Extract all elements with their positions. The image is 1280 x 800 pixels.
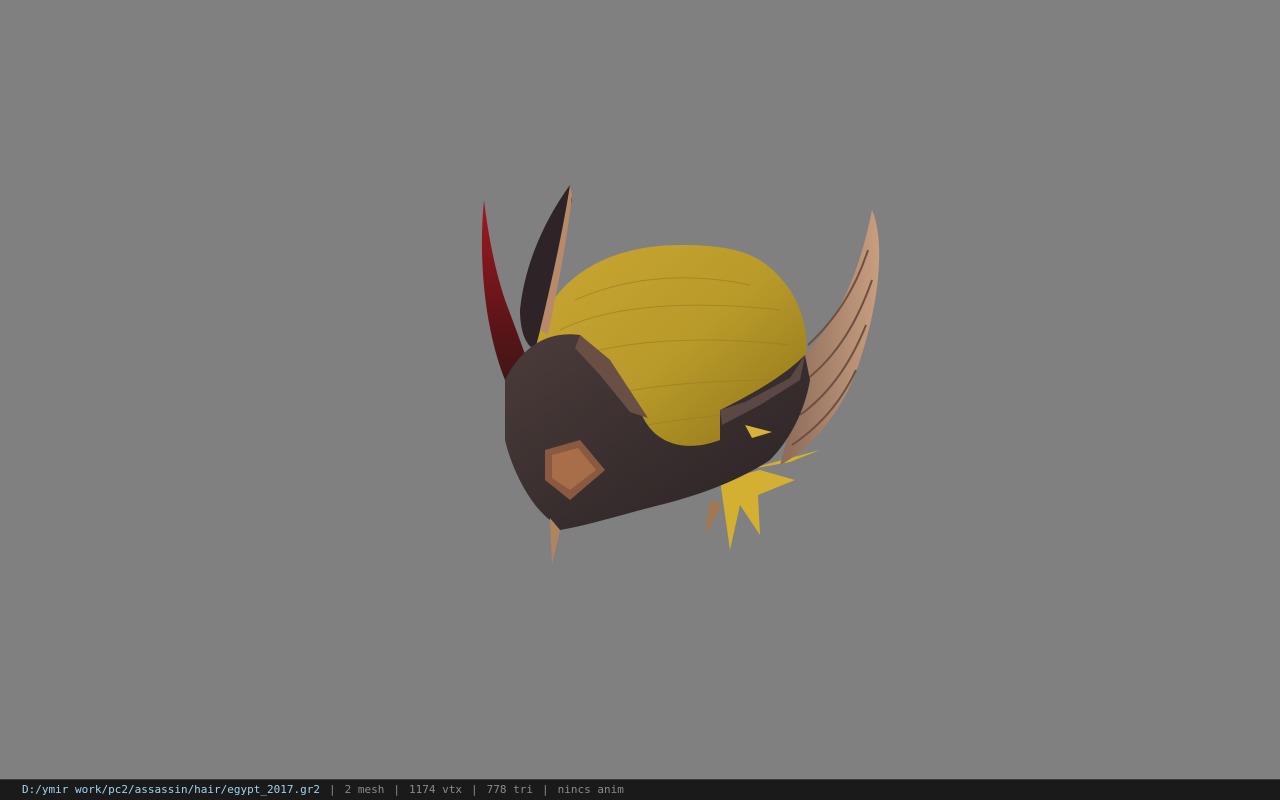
mesh-count: 2 mesh (344, 783, 385, 796)
separator: | (329, 783, 336, 796)
triangle-count: 778 tri (486, 783, 533, 796)
hair-tuft (720, 470, 795, 550)
helmet-hair-model (481, 185, 880, 565)
file-path-label: D:/ymir work/pc2/assassin/hair/egypt_201… (22, 783, 321, 796)
3d-viewport[interactable] (0, 0, 1280, 779)
status-bar: D:/ymir work/pc2/assassin/hair/egypt_201… (0, 779, 1280, 800)
separator: | (541, 783, 549, 796)
separator: | (471, 783, 478, 796)
animation-status: nincs anim (557, 783, 624, 796)
separator: | (393, 783, 401, 796)
vertex-count: 1174 vtx (409, 783, 462, 796)
